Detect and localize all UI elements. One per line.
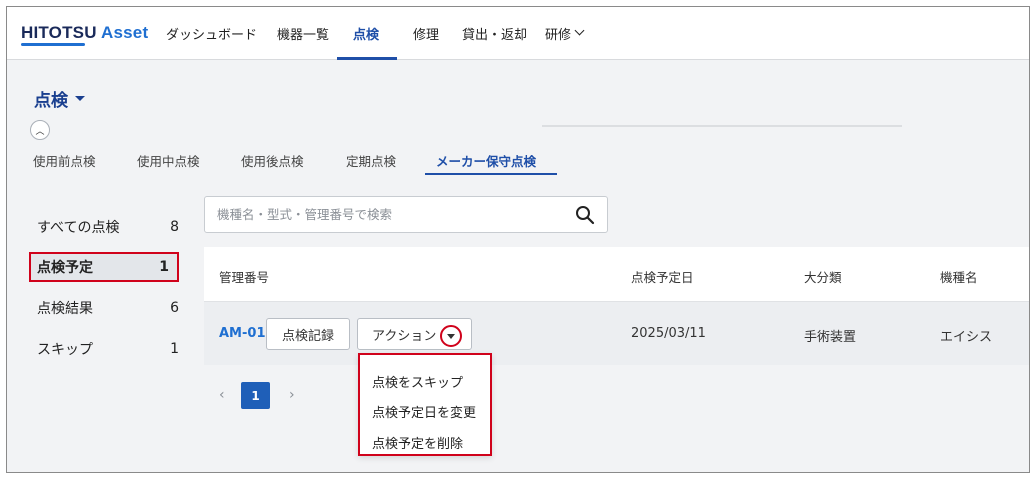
page-title[interactable]: 点検 — [34, 86, 85, 111]
sidebar-item-scheduled[interactable]: 点検予定 1 — [29, 252, 179, 282]
management-id-link[interactable]: AM-01 — [219, 326, 265, 341]
tab-active-indicator — [425, 173, 557, 175]
action-button[interactable]: アクション — [357, 318, 472, 350]
sidebar-item-count: 1 — [159, 259, 169, 275]
dropdown-caret-icon[interactable] — [440, 325, 462, 347]
tab-periodic[interactable]: 定期点検 — [346, 151, 396, 170]
pagination-prev[interactable]: ‹ — [219, 387, 225, 403]
sidebar-item-results[interactable]: 点検結果 6 — [29, 293, 189, 323]
page-title-text: 点検 — [34, 91, 68, 111]
action-button-label: アクション — [372, 328, 437, 344]
nav-lending-return[interactable]: 貸出・返却 — [462, 7, 527, 60]
tab-post-use[interactable]: 使用後点検 — [241, 151, 304, 170]
nav-training[interactable]: 研修 — [545, 7, 585, 60]
sidebar-item-all[interactable]: すべての点検 8 — [29, 212, 189, 242]
model-cell: エイシス — [940, 330, 993, 345]
table-row: AM-01 点検記録 アクション 2025/03/11 手術装置 エイシス — [204, 302, 1029, 365]
column-header-model: 機種名 — [940, 270, 978, 285]
nav-repair[interactable]: 修理 — [413, 7, 439, 60]
app-logo[interactable]: HITOTSU Asset — [21, 23, 148, 43]
menu-item-skip[interactable]: 点検をスキップ — [372, 372, 463, 391]
tab-in-use[interactable]: 使用中点検 — [137, 151, 200, 170]
scheduled-date: 2025/03/11 — [631, 326, 706, 341]
search-icon[interactable] — [575, 205, 595, 225]
nav-equipment-list[interactable]: 機器一覧 — [277, 7, 329, 60]
category-cell: 手術装置 — [804, 330, 857, 345]
caret-down-icon — [75, 96, 85, 101]
action-dropdown-menu: 点検をスキップ 点検予定日を変更 点検予定を削除 — [358, 353, 492, 456]
tab-pre-use[interactable]: 使用前点検 — [33, 151, 96, 170]
divider — [542, 125, 902, 127]
nav-active-indicator — [337, 57, 397, 60]
sidebar-item-count: 6 — [170, 300, 179, 316]
column-header-id: 管理番号 — [219, 270, 270, 285]
top-header: HITOTSU Asset ダッシュボード 機器一覧 点検 修理 貸出・返却 研… — [7, 7, 1029, 60]
pagination-page-1[interactable]: 1 — [241, 382, 270, 409]
nav-dashboard[interactable]: ダッシュボード — [166, 7, 257, 60]
search-box — [204, 196, 608, 233]
sidebar-item-label: 点検予定 — [37, 260, 93, 276]
nav-inspection[interactable]: 点検 — [353, 7, 379, 60]
logo-accent-text: Asset — [101, 23, 149, 42]
sidebar-item-count: 8 — [170, 219, 179, 235]
chevron-down-icon — [574, 25, 585, 36]
sidebar-item-skipped[interactable]: スキップ 1 — [29, 334, 189, 364]
nav-training-label: 研修 — [545, 28, 572, 43]
chevron-up-icon: ︿ — [35, 126, 45, 137]
collapse-button[interactable]: ︿ — [30, 120, 50, 140]
pagination-next[interactable]: › — [289, 387, 295, 403]
app-frame: HITOTSU Asset ダッシュボード 機器一覧 点検 修理 貸出・返却 研… — [6, 6, 1030, 473]
menu-item-delete[interactable]: 点検予定を削除 — [372, 433, 463, 452]
column-header-date: 点検予定日 — [631, 270, 694, 285]
inspection-record-button[interactable]: 点検記録 — [266, 318, 350, 350]
search-input[interactable] — [205, 197, 545, 232]
column-header-category: 大分類 — [804, 270, 842, 285]
sidebar-item-label: スキップ — [37, 342, 93, 358]
logo-main-text: HITOTSU — [21, 23, 101, 42]
tab-maker-maintenance[interactable]: メーカー保守点検 — [436, 151, 536, 170]
sidebar-item-label: 点検結果 — [37, 301, 93, 317]
logo-underline — [21, 43, 85, 46]
sidebar-item-count: 1 — [170, 341, 179, 357]
menu-item-change-date[interactable]: 点検予定日を変更 — [372, 402, 476, 421]
table-header: 管理番号 点検予定日 大分類 機種名 — [204, 247, 1029, 302]
sidebar-item-label: すべての点検 — [37, 220, 120, 236]
